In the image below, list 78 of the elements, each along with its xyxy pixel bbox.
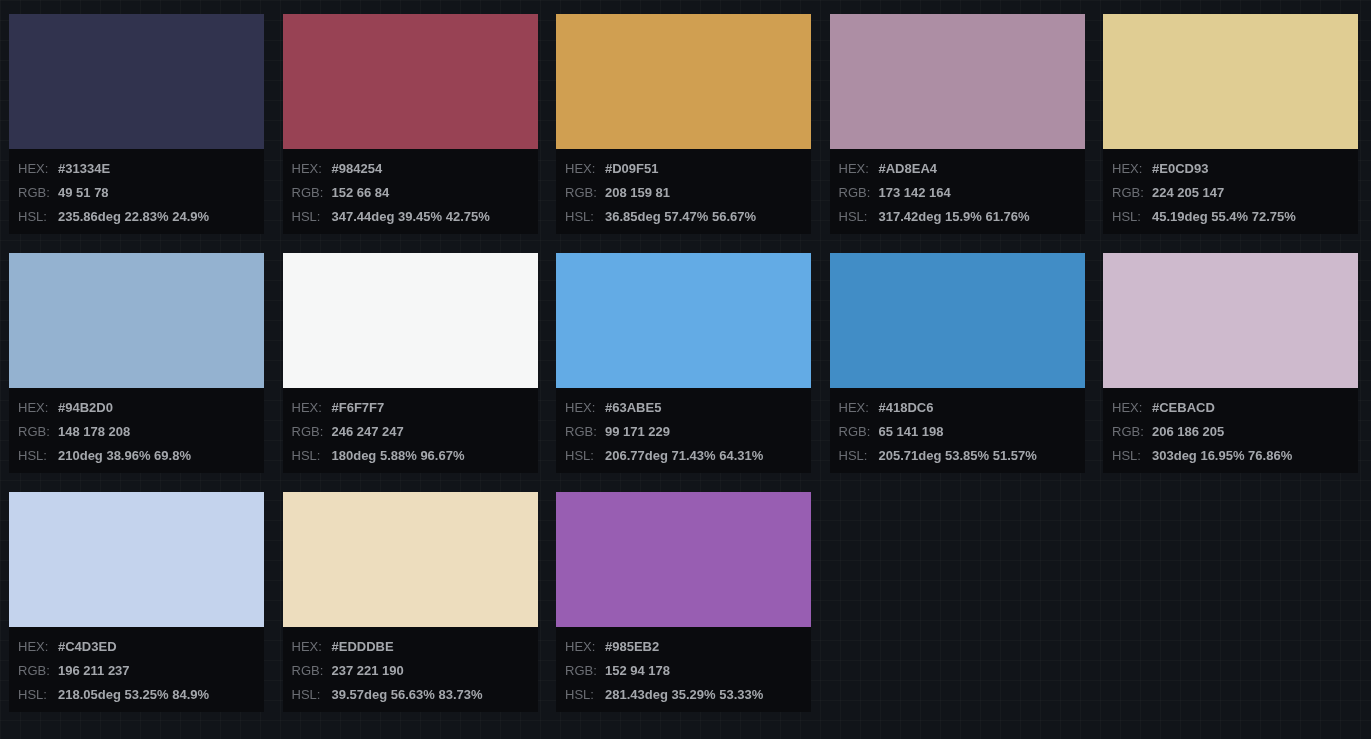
color-value: #EDDDBE xyxy=(331,638,394,656)
field-label: HSL: xyxy=(565,208,595,226)
field-label: HEX: xyxy=(291,399,323,417)
field-label: HSL: xyxy=(1112,447,1142,465)
color-value: 235.86deg 22.83% 24.9% xyxy=(58,208,210,226)
color-value: 45.19deg 55.4% 72.75% xyxy=(1152,208,1296,226)
field-label: HSL: xyxy=(291,686,322,704)
color-value: 347.44deg 39.45% 42.75% xyxy=(331,208,490,226)
color-value: #984254 xyxy=(331,160,383,178)
color-value: 152 66 84 xyxy=(331,184,390,202)
color-value: 180deg 5.88% 96.67% xyxy=(331,447,465,465)
color-value: 210deg 38.96% 69.8% xyxy=(58,447,191,465)
field-label: HEX: xyxy=(291,160,323,178)
color-value: #63ABE5 xyxy=(605,399,662,417)
field-label: RGB: xyxy=(18,423,51,441)
color-value: #D09F51 xyxy=(605,160,659,178)
field-label: HEX: xyxy=(18,399,50,417)
field-label: HSL: xyxy=(18,447,48,465)
color-value: 99 171 229 xyxy=(605,423,671,441)
color-value: #31334E xyxy=(58,160,111,178)
color-value: 281.43deg 35.29% 53.33% xyxy=(605,686,764,704)
color-value: 303deg 16.95% 76.86% xyxy=(1152,447,1293,465)
color-value: 206 186 205 xyxy=(1152,423,1225,441)
color-value: #F6F7F7 xyxy=(331,399,385,417)
field-label: RGB: xyxy=(838,423,872,441)
color-value: 206.77deg 71.43% 64.31% xyxy=(605,447,764,465)
color-value: 65 141 198 xyxy=(878,423,944,441)
color-value: 205.71deg 53.85% 51.57% xyxy=(878,447,1037,465)
field-label: HSL: xyxy=(565,447,595,465)
color-value: 173 142 164 xyxy=(878,184,951,202)
field-label: HEX: xyxy=(18,638,50,656)
field-label: HSL: xyxy=(838,447,869,465)
color-value: 237 221 190 xyxy=(331,662,404,680)
field-label: HEX: xyxy=(291,638,323,656)
field-label: RGB: xyxy=(1112,184,1145,202)
field-label: HEX: xyxy=(565,638,597,656)
color-value: 39.57deg 56.63% 83.73% xyxy=(331,686,483,704)
field-label: HSL: xyxy=(838,208,869,226)
field-label: RGB: xyxy=(291,662,325,680)
color-value: #418DC6 xyxy=(878,399,934,417)
field-label: HSL: xyxy=(291,447,322,465)
color-value: 246 247 247 xyxy=(331,423,404,441)
field-label: HEX: xyxy=(18,160,50,178)
color-value: 196 211 237 xyxy=(58,662,130,680)
field-label: RGB: xyxy=(565,423,598,441)
field-label: RGB: xyxy=(291,423,325,441)
color-value: #985EB2 xyxy=(605,638,660,656)
field-label: HSL: xyxy=(1112,208,1142,226)
color-value: #E0CD93 xyxy=(1152,160,1209,178)
color-value: #CEBACD xyxy=(1152,399,1215,417)
field-label: HSL: xyxy=(18,686,48,704)
field-label: RGB: xyxy=(565,184,598,202)
color-value: 224 205 147 xyxy=(1152,184,1225,202)
field-label: RGB: xyxy=(18,184,51,202)
color-value: #94B2D0 xyxy=(58,399,113,417)
field-label: RGB: xyxy=(838,184,872,202)
color-value: 208 159 81 xyxy=(605,184,671,202)
color-value: #C4D3ED xyxy=(58,638,117,656)
color-value: 317.42deg 15.9% 61.76% xyxy=(878,208,1030,226)
field-label: HSL: xyxy=(565,686,595,704)
color-value: 36.85deg 57.47% 56.67% xyxy=(605,208,757,226)
color-value: 148 178 208 xyxy=(58,423,131,441)
color-value: #AD8EA4 xyxy=(878,160,938,178)
field-label: RGB: xyxy=(565,662,598,680)
color-value: 218.05deg 53.25% 84.9% xyxy=(58,686,210,704)
field-label: HEX: xyxy=(838,399,870,417)
color-value: 49 51 78 xyxy=(58,184,109,202)
field-label: HEX: xyxy=(565,399,597,417)
field-label: RGB: xyxy=(18,662,51,680)
field-label: HSL: xyxy=(18,208,48,226)
field-label: HEX: xyxy=(838,160,870,178)
field-label: HEX: xyxy=(1112,399,1144,417)
field-label: RGB: xyxy=(1112,423,1145,441)
field-label: HEX: xyxy=(1112,160,1144,178)
field-label: HSL: xyxy=(291,208,322,226)
field-label: HEX: xyxy=(565,160,597,178)
field-label: RGB: xyxy=(291,184,325,202)
color-value: 152 94 178 xyxy=(605,662,671,680)
